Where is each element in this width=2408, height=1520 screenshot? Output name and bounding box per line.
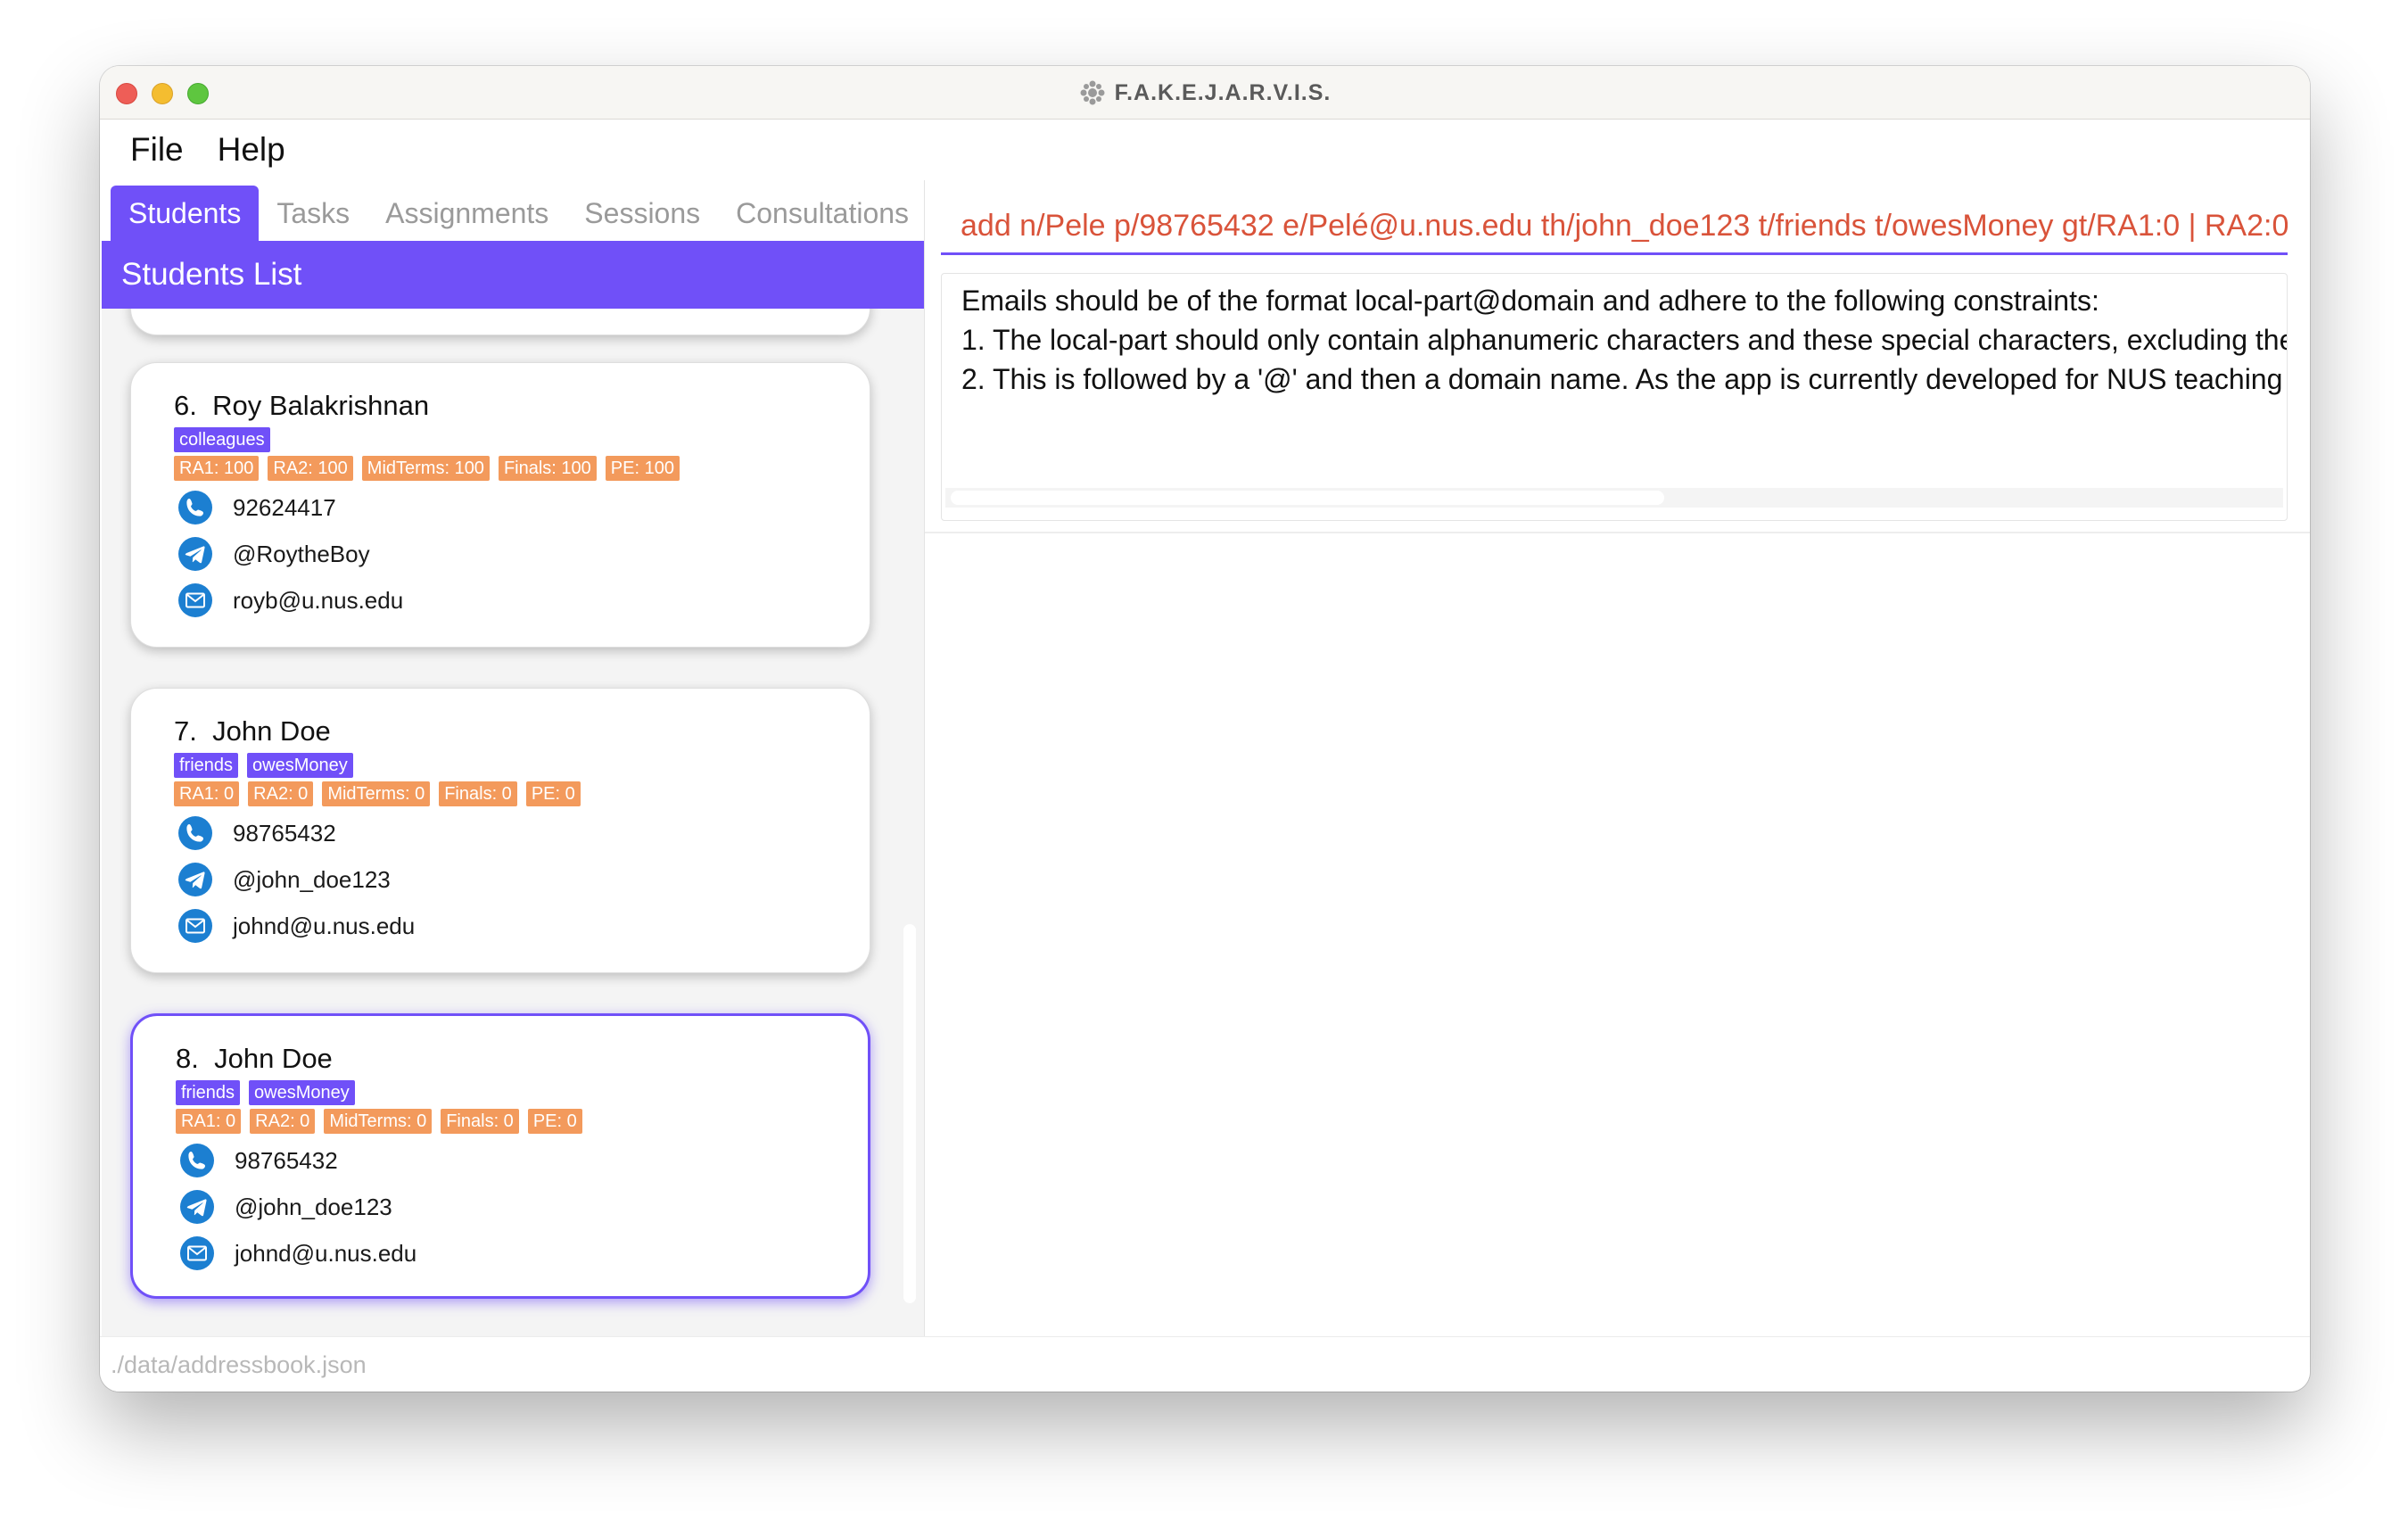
student-card-selected[interactable]: 8. John Doe friends owesMoney RA1: 0 RA2… xyxy=(130,1013,870,1299)
left-pane: Students Tasks Assignments Sessions Cons… xyxy=(102,180,924,1336)
student-card-partial[interactable] xyxy=(130,309,870,335)
student-phone: 92624417 xyxy=(177,490,336,525)
grade-midterms: MidTerms: 100 xyxy=(361,456,490,481)
result-line: 2. This is followed by a '@' and then a … xyxy=(961,363,2287,395)
app-window: F.A.K.E.J.A.R.V.I.S. File Help Students … xyxy=(100,66,2310,1392)
tab-consultations[interactable]: Consultations xyxy=(718,186,927,241)
grade-ra2: RA2: 0 xyxy=(248,781,314,806)
student-email: johnd@u.nus.edu xyxy=(179,1235,416,1271)
email-text: royb@u.nus.edu xyxy=(233,586,404,614)
result-line: 1. The local-part should only contain al… xyxy=(961,324,2287,356)
student-name: 7. John Doe xyxy=(174,715,331,748)
telegram-icon xyxy=(180,1190,214,1224)
list-scrollbar-thumb[interactable] xyxy=(903,924,916,1303)
student-grades: RA1: 100 RA2: 100 MidTerms: 100 Finals: … xyxy=(174,456,680,481)
grade-finals: Finals: 0 xyxy=(439,781,517,806)
telegram-icon xyxy=(178,537,212,571)
grade-finals: Finals: 100 xyxy=(498,456,597,481)
grade-ra2: RA2: 100 xyxy=(268,456,353,481)
title-bar[interactable]: F.A.K.E.J.A.R.V.I.S. xyxy=(100,66,2310,120)
student-index: 8. xyxy=(176,1043,199,1074)
grade-finals: Finals: 0 xyxy=(441,1109,519,1134)
student-name: 8. John Doe xyxy=(176,1043,333,1075)
telegram-text: @john_doe123 xyxy=(233,865,391,893)
tag-label: friends xyxy=(176,1080,241,1105)
student-telegram: @john_doe123 xyxy=(177,862,391,897)
tag-label: owesMoney xyxy=(249,1080,355,1105)
tab-sessions[interactable]: Sessions xyxy=(566,186,718,241)
student-index: 7. xyxy=(174,715,197,747)
phone-text: 98765432 xyxy=(233,819,336,847)
student-name-text: Roy Balakrishnan xyxy=(212,390,430,421)
pane-divider xyxy=(925,532,2310,533)
students-list[interactable]: 6. Roy Balakrishnan colleagues RA1: 100 … xyxy=(102,309,924,1336)
phone-text: 98765432 xyxy=(235,1146,338,1174)
student-email: royb@u.nus.edu xyxy=(177,582,403,618)
email-icon xyxy=(178,909,212,943)
tab-students[interactable]: Students xyxy=(111,186,260,241)
student-card[interactable]: 7. John Doe friends owesMoney RA1: 0 RA2… xyxy=(130,688,870,973)
tag-label: owesMoney xyxy=(247,753,353,778)
grade-ra1: RA1: 0 xyxy=(176,1109,242,1134)
menu-bar: File Help xyxy=(100,120,2310,180)
email-text: johnd@u.nus.edu xyxy=(235,1239,417,1267)
students-list-header: Students List xyxy=(102,241,924,309)
telegram-text: @RoytheBoy xyxy=(233,540,370,567)
grade-pe: PE: 100 xyxy=(605,456,680,481)
email-icon xyxy=(178,583,212,617)
window-title-text: F.A.K.E.J.A.R.V.I.S. xyxy=(1114,79,1332,105)
result-scrollbar-thumb[interactable] xyxy=(951,491,1664,505)
telegram-text: @john_doe123 xyxy=(235,1193,392,1220)
grade-pe: PE: 0 xyxy=(527,1109,582,1134)
phone-icon xyxy=(180,1144,214,1177)
grade-ra1: RA1: 100 xyxy=(174,456,260,481)
status-bar: ./data/addressbook.json xyxy=(100,1336,2310,1392)
student-name-text: John Doe xyxy=(214,1043,333,1074)
student-index: 6. xyxy=(174,390,197,421)
student-phone: 98765432 xyxy=(177,815,336,851)
student-card[interactable]: 6. Roy Balakrishnan colleagues RA1: 100 … xyxy=(130,362,870,648)
student-grades: RA1: 0 RA2: 0 MidTerms: 0 Finals: 0 PE: … xyxy=(176,1109,582,1134)
right-pane: add n/Pele p/98765432 e/Pelé@u.nus.edu t… xyxy=(924,180,2310,1336)
grade-midterms: MidTerms: 0 xyxy=(322,781,431,806)
student-grades: RA1: 0 RA2: 0 MidTerms: 0 Finals: 0 PE: … xyxy=(174,781,581,806)
app-logo-icon xyxy=(1080,80,1105,105)
phone-text: 92624417 xyxy=(233,493,336,521)
student-telegram: @RoytheBoy xyxy=(177,536,370,572)
grade-pe: PE: 0 xyxy=(525,781,581,806)
email-text: johnd@u.nus.edu xyxy=(233,912,416,939)
tag-label: friends xyxy=(174,753,239,778)
email-icon xyxy=(180,1236,214,1270)
student-phone: 98765432 xyxy=(179,1143,338,1178)
phone-icon xyxy=(178,491,212,525)
student-email: johnd@u.nus.edu xyxy=(177,908,415,944)
status-file-path: ./data/addressbook.json xyxy=(111,1351,367,1378)
student-telegram: @john_doe123 xyxy=(179,1189,392,1225)
student-tags: friends owesMoney xyxy=(176,1080,355,1105)
command-input[interactable]: add n/Pele p/98765432 e/Pelé@u.nus.edu t… xyxy=(941,196,2288,255)
command-text[interactable]: add n/Pele p/98765432 e/Pelé@u.nus.edu t… xyxy=(961,196,2288,252)
student-name: 6. Roy Balakrishnan xyxy=(174,390,429,422)
menu-help[interactable]: Help xyxy=(218,131,285,169)
menu-file[interactable]: File xyxy=(130,131,184,169)
grade-midterms: MidTerms: 0 xyxy=(324,1109,433,1134)
window-title: F.A.K.E.J.A.R.V.I.S. xyxy=(100,66,2310,120)
student-name-text: John Doe xyxy=(212,715,331,747)
result-line: Emails should be of the format local-par… xyxy=(961,285,2099,317)
tab-tasks[interactable]: Tasks xyxy=(259,186,367,241)
result-display[interactable]: Emails should be of the format local-par… xyxy=(941,273,2288,521)
grade-ra1: RA1: 0 xyxy=(174,781,240,806)
tab-assignments[interactable]: Assignments xyxy=(367,186,566,241)
student-tags: colleagues xyxy=(174,427,270,452)
tab-bar: Students Tasks Assignments Sessions Cons… xyxy=(111,186,927,241)
tag-label: colleagues xyxy=(174,427,270,452)
telegram-icon xyxy=(178,863,212,896)
grade-ra2: RA2: 0 xyxy=(250,1109,316,1134)
student-tags: friends owesMoney xyxy=(174,753,353,778)
phone-icon xyxy=(178,816,212,850)
